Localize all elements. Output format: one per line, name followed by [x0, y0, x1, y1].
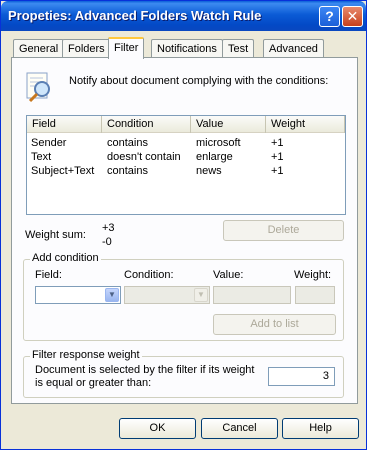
cell-value: microsoft	[196, 137, 241, 149]
condition-select[interactable]: ▼	[124, 286, 210, 304]
add-condition-title: Add condition	[30, 252, 101, 264]
properties-dialog: Propeties: Advanced Folders Watch Rule ?…	[0, 0, 367, 450]
help-title-button[interactable]: ?	[319, 6, 340, 27]
list-item[interactable]: Text doesn't contain enlarge +1	[27, 150, 345, 164]
condition-label: Condition:	[124, 269, 174, 281]
cell-weight: +1	[271, 137, 284, 149]
chevron-down-icon[interactable]: ▼	[194, 288, 208, 302]
filter-response-title: Filter response weight	[30, 349, 142, 361]
tab-folders[interactable]: Folders	[62, 39, 111, 58]
add-to-list-button[interactable]: Add to list	[213, 314, 336, 335]
tab-advanced[interactable]: Advanced	[263, 39, 324, 58]
column-header-value[interactable]: Value	[191, 116, 266, 133]
magnifier-document-icon	[25, 71, 55, 103]
window-title: Propeties: Advanced Folders Watch Rule	[8, 8, 262, 23]
cell-value: news	[196, 165, 222, 177]
filter-response-description: Document is selected by the filter if it…	[35, 364, 255, 389]
close-button[interactable]: ✕	[342, 6, 363, 27]
value-label: Value:	[213, 269, 244, 281]
list-item[interactable]: Subject+Text contains news +1	[27, 164, 345, 178]
weight-sum-negative: -0	[102, 236, 112, 248]
tab-filter[interactable]: Filter	[108, 37, 145, 59]
ok-button[interactable]: OK	[119, 418, 196, 439]
cell-field: Sender	[31, 137, 67, 149]
weight-label: Weight:	[294, 269, 332, 281]
conditions-list[interactable]: Field Condition Value Weight Sender cont…	[26, 115, 346, 215]
list-item[interactable]: Sender contains microsoft +1	[27, 136, 345, 150]
tab-test[interactable]: Test	[222, 39, 255, 58]
value-input[interactable]	[213, 286, 291, 304]
cell-value: enlarge	[196, 151, 233, 163]
column-header-condition[interactable]: Condition	[102, 116, 191, 133]
cell-condition: doesn't contain	[107, 151, 181, 163]
weight-sum-positive: +3	[102, 222, 115, 234]
weight-input-field[interactable]	[295, 286, 335, 304]
cell-condition: contains	[107, 165, 148, 177]
threshold-input[interactable]: 3	[268, 367, 335, 386]
cell-field: Text	[31, 151, 52, 163]
tab-notifications[interactable]: Notifications	[151, 39, 223, 58]
help-button[interactable]: Help	[282, 418, 359, 439]
intro-text: Notify about document complying with the…	[69, 75, 329, 87]
field-label: Field:	[35, 269, 62, 281]
column-header-field[interactable]: Field	[27, 116, 102, 133]
title-bar[interactable]: Propeties: Advanced Folders Watch Rule ?…	[1, 1, 366, 31]
field-select[interactable]: ▼	[35, 286, 121, 304]
cancel-button[interactable]: Cancel	[201, 418, 278, 439]
chevron-down-icon[interactable]: ▼	[105, 288, 119, 302]
cell-weight: +1	[271, 151, 284, 163]
cell-field: Subject+Text	[31, 165, 95, 177]
cell-weight: +1	[271, 165, 284, 177]
weight-sum-label: Weight sum:	[25, 229, 86, 241]
column-header-weight[interactable]: Weight	[266, 116, 345, 133]
delete-button[interactable]: Delete	[223, 220, 344, 241]
list-header: Field Condition Value Weight	[27, 116, 345, 133]
cell-condition: contains	[107, 137, 148, 149]
tab-general[interactable]: General	[13, 39, 65, 58]
